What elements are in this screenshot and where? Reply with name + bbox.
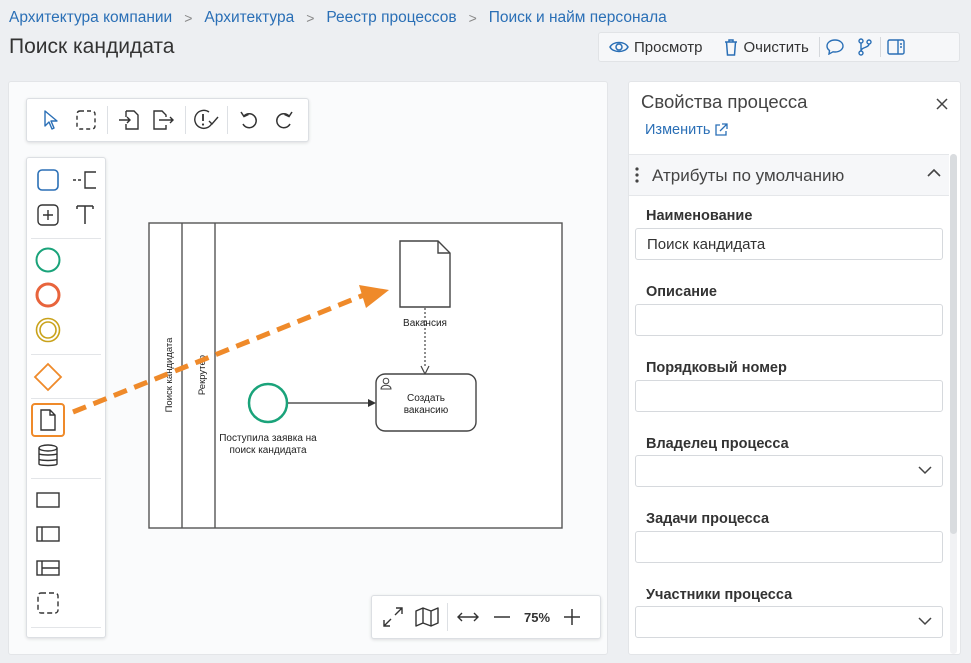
fit-screen-icon — [383, 607, 403, 627]
participants-label: Участники процесса — [646, 587, 793, 603]
properties-panel: Свойства процесса Изменить Атрибуты по у… — [628, 81, 961, 655]
clear-button-label: Очистить — [743, 38, 809, 56]
diagram-canvas[interactable]: Поиск кандидата Рекрутёр Вакансия Поступ… — [8, 81, 608, 655]
properties-title: Свойства процесса — [641, 91, 808, 112]
chevron-down-icon — [918, 466, 932, 475]
pool[interactable]: Поиск кандидата Рекрутёр — [148, 222, 563, 529]
user-task[interactable]: Создать вакансию — [375, 373, 477, 432]
top-toolbar: Просмотр Очистить — [598, 32, 960, 62]
minimap-button[interactable] — [410, 599, 444, 635]
zoom-out-icon — [494, 616, 510, 618]
breadcrumb-item-company[interactable]: Архитектура компании — [9, 9, 172, 27]
task-label-line1: Создать — [407, 393, 445, 404]
zoom-level: 75% — [523, 609, 551, 625]
view-button[interactable]: Просмотр — [599, 33, 713, 61]
chevron-down-icon — [918, 617, 932, 626]
map-icon — [415, 607, 439, 627]
fit-width-icon — [457, 612, 479, 622]
fit-width-button[interactable] — [451, 599, 485, 635]
zoom-in-button[interactable] — [555, 599, 589, 635]
comment-icon — [826, 39, 844, 55]
zoom-in-icon — [564, 609, 580, 625]
bpmn-diagram: Поиск кандидата Рекрутёр Вакансия Поступ… — [72, 222, 563, 529]
branch-icon — [858, 38, 872, 56]
eye-icon — [609, 41, 629, 53]
order-label: Порядковый номер — [646, 360, 787, 376]
close-icon — [936, 98, 948, 110]
breadcrumb-item-hiring[interactable]: Поиск и найм персонала — [489, 9, 667, 27]
toolbar-divider — [447, 603, 448, 631]
toggle-panel-button[interactable] — [881, 33, 911, 61]
order-number-field[interactable] — [635, 380, 943, 412]
comments-button[interactable] — [820, 33, 850, 61]
breadcrumb-item-registry[interactable]: Реестр процессов — [326, 9, 456, 27]
description-label: Описание — [646, 284, 717, 300]
owner-select[interactable] — [635, 455, 943, 487]
versions-button[interactable] — [850, 33, 880, 61]
page-title: Поиск кандидата — [9, 35, 175, 58]
close-panel-button[interactable] — [932, 94, 952, 114]
start-event-label-line1: Поступила заявка на — [219, 433, 317, 444]
edit-link[interactable]: Изменить — [645, 122, 729, 138]
external-link-icon — [715, 123, 729, 136]
scrollbar-thumb[interactable] — [950, 154, 957, 534]
breadcrumb: Архитектура компании > Архитектура > Рее… — [9, 9, 667, 27]
trash-icon — [724, 39, 737, 56]
fit-screen-button[interactable] — [376, 599, 410, 635]
name-label: Наименование — [646, 208, 753, 224]
data-object-label: Вакансия — [403, 318, 447, 329]
description-field[interactable] — [635, 304, 943, 336]
name-field[interactable]: Поиск кандидата — [635, 228, 943, 260]
participants-select[interactable] — [635, 606, 943, 638]
owner-label: Владелец процесса — [646, 436, 789, 452]
zoom-bar: 75% — [371, 595, 601, 639]
breadcrumb-separator: > — [184, 10, 193, 26]
start-event-label-line2: поиск кандидата — [229, 445, 306, 456]
breadcrumb-item-architecture[interactable]: Архитектура — [204, 9, 294, 27]
tasks-field[interactable] — [635, 531, 943, 563]
task-label-line2: вакансию — [404, 405, 449, 416]
breadcrumb-separator: > — [306, 10, 315, 26]
panel-icon — [887, 39, 905, 55]
more-icon[interactable] — [635, 167, 639, 183]
breadcrumb-separator: > — [468, 10, 477, 26]
edit-link-label: Изменить — [645, 122, 711, 138]
clear-button[interactable]: Очистить — [713, 33, 819, 61]
section-default-attributes[interactable]: Атрибуты по умолчанию — [629, 154, 949, 196]
view-button-label: Просмотр — [634, 38, 703, 56]
tasks-label: Задачи процесса — [646, 511, 770, 527]
chevron-up-icon[interactable] — [927, 168, 941, 178]
zoom-out-button[interactable] — [485, 599, 519, 635]
section-label: Атрибуты по умолчанию — [652, 166, 845, 185]
